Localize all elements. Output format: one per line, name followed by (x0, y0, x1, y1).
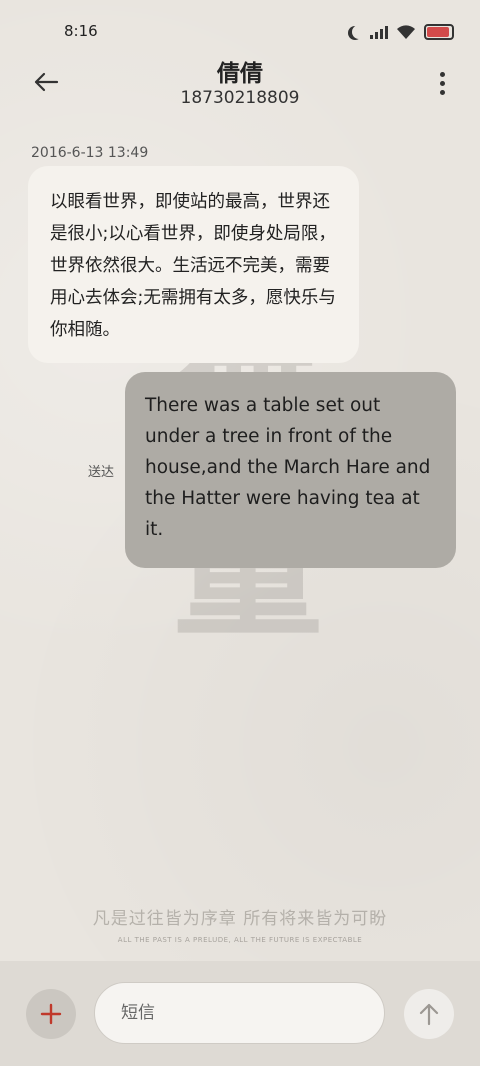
outgoing-message-text: There was a table set out under a tree i… (145, 395, 431, 540)
more-options-button[interactable] (434, 68, 450, 98)
message-delivery-status: 送达 (88, 465, 115, 480)
arrow-up-icon (419, 1003, 439, 1026)
background-motto-english: ALL THE PAST IS A PRELUDE, ALL THE FUTUR… (117, 936, 363, 944)
message-timestamp: 2016-6-13 13:49 (31, 145, 149, 161)
send-button[interactable] (404, 989, 454, 1039)
wifi-icon (397, 25, 415, 39)
signal-icon (370, 25, 388, 39)
status-icons (348, 22, 454, 42)
background-motto: 凡是过往皆为序章 所有将来皆为可盼 (92, 909, 388, 929)
add-attachment-button[interactable] (26, 989, 76, 1039)
incoming-message-text: 以眼看世界，即使站的最高，世界还是很小;以心看世界，即使身处局限，世界依然很大。… (50, 192, 336, 340)
status-time: 8:16 (64, 22, 98, 40)
incoming-message-bubble[interactable]: 以眼看世界，即使站的最高，世界还是很小;以心看世界，即使身处局限，世界依然很大。… (28, 166, 359, 363)
plus-icon (40, 1003, 62, 1025)
message-composer (0, 961, 480, 1066)
message-input[interactable] (95, 983, 384, 1043)
contact-name: 倩倩 (217, 61, 263, 87)
moon-icon (352, 25, 366, 39)
status-bar: 8:16 (0, 0, 480, 60)
more-vertical-icon (439, 71, 445, 77)
contact-phone-number: 18730218809 (180, 88, 300, 108)
conversation-header: 倩倩 18730218809 (0, 52, 480, 116)
message-input-field[interactable] (94, 982, 385, 1044)
outgoing-message-bubble[interactable]: There was a table set out under a tree i… (125, 372, 456, 568)
battery-level (427, 27, 449, 37)
battery-icon (424, 24, 454, 40)
